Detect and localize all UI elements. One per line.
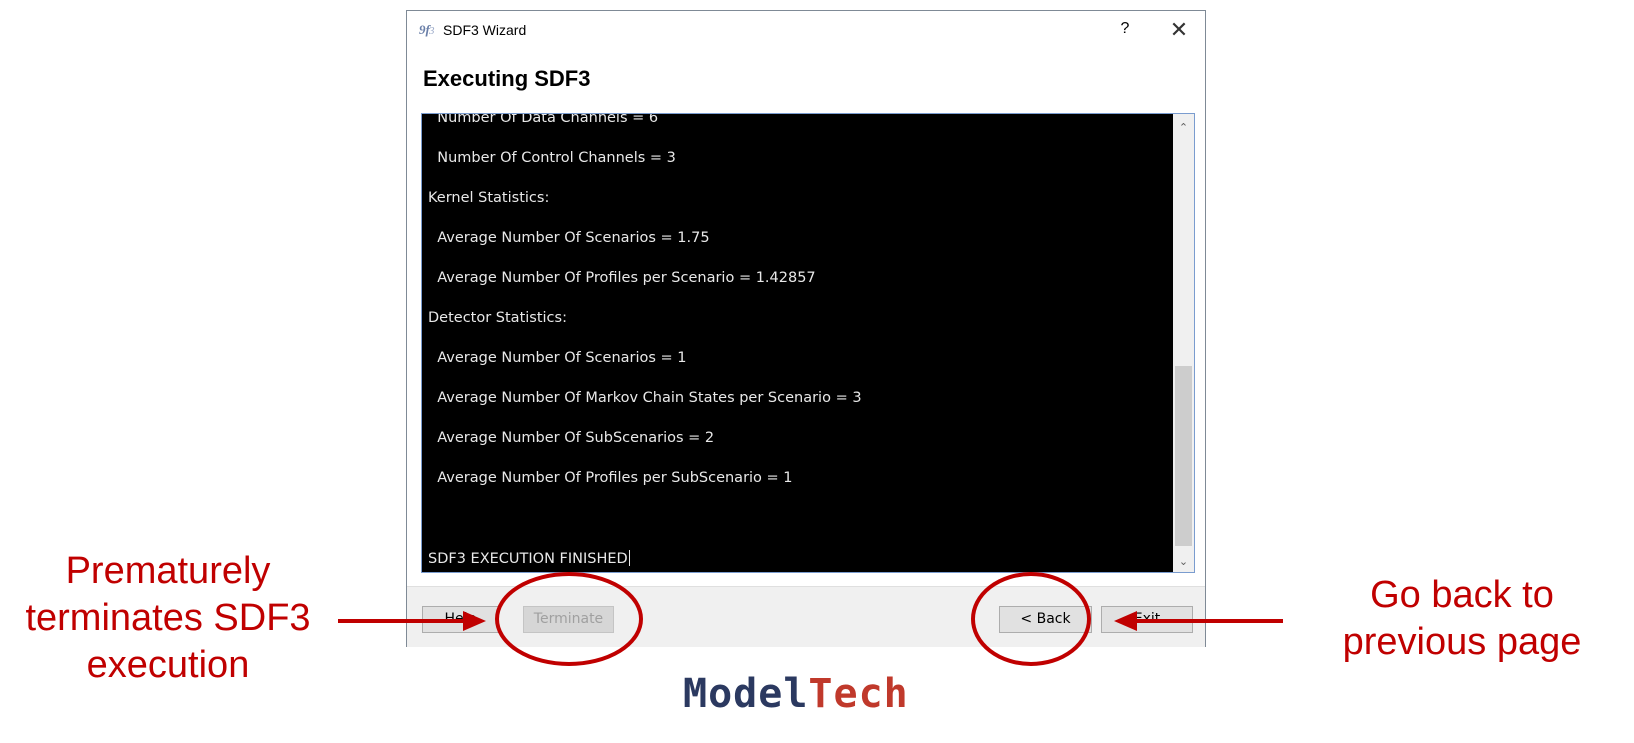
console-last-line: SDF3 EXECUTION FINISHED [428,550,630,567]
console-output[interactable]: Number Of Data Channels = 6 Number Of Co… [421,113,1195,573]
sdf3-app-icon: 9f 3 [419,22,435,37]
scroll-up-icon[interactable]: ⌃ [1173,118,1194,138]
annotation-line: Prematurely [65,550,271,592]
logo-model-text: Model [683,671,809,717]
annotation-line: Go back to [1370,574,1554,616]
console-finished-text: SDF3 EXECUTION FINISHED [428,551,628,567]
console-line: Average Number Of Scenarios = 1.75 [428,230,710,246]
console-line: Number Of Control Channels = 3 [428,150,676,166]
annotation-line: terminates SDF3 [25,597,311,639]
terminate-annotation: Prematurely terminates SDF3 execution [0,548,336,689]
sdf3-wizard-dialog: 9f 3 SDF3 Wizard ? ✕ Executing SDF3 Numb… [406,10,1206,647]
console-line: Detector Statistics: [428,310,567,326]
window-titlebar[interactable]: 9f 3 SDF3 Wizard ? ✕ [407,11,1205,49]
console-line: Kernel Statistics: [428,190,550,206]
scrollbar-thumb[interactable] [1175,366,1192,546]
page-title: Executing SDF3 [423,66,591,91]
annotation-line: execution [86,644,250,686]
console-text-area[interactable]: Number Of Data Channels = 6 Number Of Co… [422,114,1174,572]
terminate-button[interactable]: Terminate [523,606,614,633]
logo-tech-text: Tech [808,671,909,717]
back-button[interactable]: < Back [999,606,1092,633]
help-icon[interactable]: ? [1113,20,1137,42]
wizard-footer: Help Terminate < Back Exit [407,586,1205,647]
console-line: Average Number Of SubScenarios = 2 [428,430,715,446]
annotation-line: previous page [1342,621,1582,663]
vertical-scrollbar[interactable]: ⌃ ⌄ [1173,114,1194,572]
console-line: Number Of Data Channels = 6 [428,114,659,126]
console-line: Average Number Of Scenarios = 1 [428,350,687,366]
console-line: Average Number Of Profiles per SubScenar… [428,470,793,486]
exit-button[interactable]: Exit [1101,606,1193,633]
back-annotation: Go back to previous page [1290,572,1634,666]
scroll-down-icon[interactable]: ⌄ [1173,552,1194,572]
modeltech-logo: ModelTech [683,672,933,716]
console-line: Average Number Of Profiles per Scenario … [428,270,816,286]
console-line: Average Number Of Markov Chain States pe… [428,390,862,406]
text-caret [628,550,630,566]
close-icon[interactable]: ✕ [1165,18,1193,42]
window-title: SDF3 Wizard [443,22,527,38]
svg-text:3: 3 [428,25,435,37]
help-button[interactable]: Help [422,606,499,633]
